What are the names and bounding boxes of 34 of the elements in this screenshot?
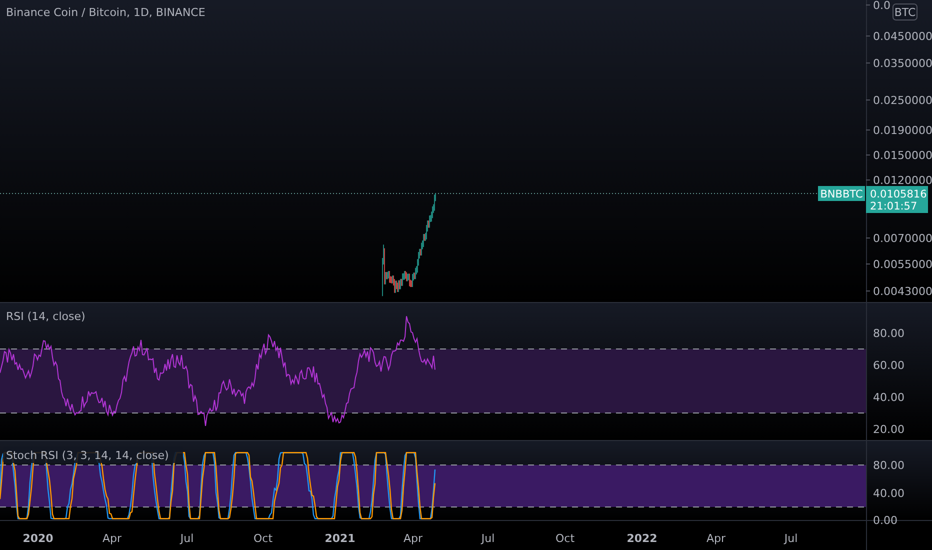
rsi-axis-label: 80.00 bbox=[873, 327, 904, 340]
price-axis-label: 0.0043000 bbox=[873, 285, 932, 298]
rsi-axis-label: 40.00 bbox=[873, 391, 904, 404]
rsi-axis-label: 60.00 bbox=[873, 359, 904, 372]
price-axis-label: 0.0120000 bbox=[873, 174, 932, 187]
stoch-axis-label: 80.00 bbox=[873, 459, 904, 472]
price-axis-label: 0.0070000 bbox=[873, 232, 932, 245]
time-axis-label: Apr bbox=[102, 532, 122, 545]
time-axis-label: Oct bbox=[253, 532, 273, 545]
pane-title: Stoch RSI (3, 3, 14, 14, close) bbox=[6, 449, 169, 462]
time-axis-label: 2021 bbox=[324, 532, 356, 545]
price-axis-label: 0.0055000 bbox=[873, 258, 932, 271]
time-axis-label: Jul bbox=[481, 532, 495, 545]
price-axis-label: 0.0150000 bbox=[873, 149, 932, 162]
time-axis-label: Jul bbox=[180, 532, 194, 545]
price-axis-label: 0.0190000 bbox=[873, 124, 932, 137]
price-axis-label: 0.0250000 bbox=[873, 94, 932, 107]
price-axis-label: 0.0450000 bbox=[873, 30, 932, 43]
stoch-axis-label: 40.00 bbox=[873, 487, 904, 500]
time-axis-label: 2022 bbox=[626, 532, 658, 545]
chart-title: Binance Coin / Bitcoin, 1D, BINANCE bbox=[6, 6, 206, 19]
currency-badge[interactable]: BTC bbox=[892, 4, 918, 20]
symbol-label: BNBBTC bbox=[818, 186, 865, 201]
pane-title: RSI (14, close) bbox=[6, 310, 86, 323]
last-price-label: 0.0105816 21:01:57 bbox=[866, 186, 928, 213]
time-axis-label: Oct bbox=[555, 532, 575, 545]
time-axis-label: Apr bbox=[403, 532, 423, 545]
time-axis-label: 2020 bbox=[22, 532, 54, 545]
price-axis-label: 0.0350000 bbox=[873, 57, 932, 70]
rsi-axis-label: 20.00 bbox=[873, 423, 904, 436]
time-axis-label: Apr bbox=[706, 532, 726, 545]
price-axis-label: 0.0 bbox=[873, 0, 890, 12]
stoch-axis-label: 0.00 bbox=[873, 514, 898, 527]
time-axis-label: Jul bbox=[784, 532, 798, 545]
